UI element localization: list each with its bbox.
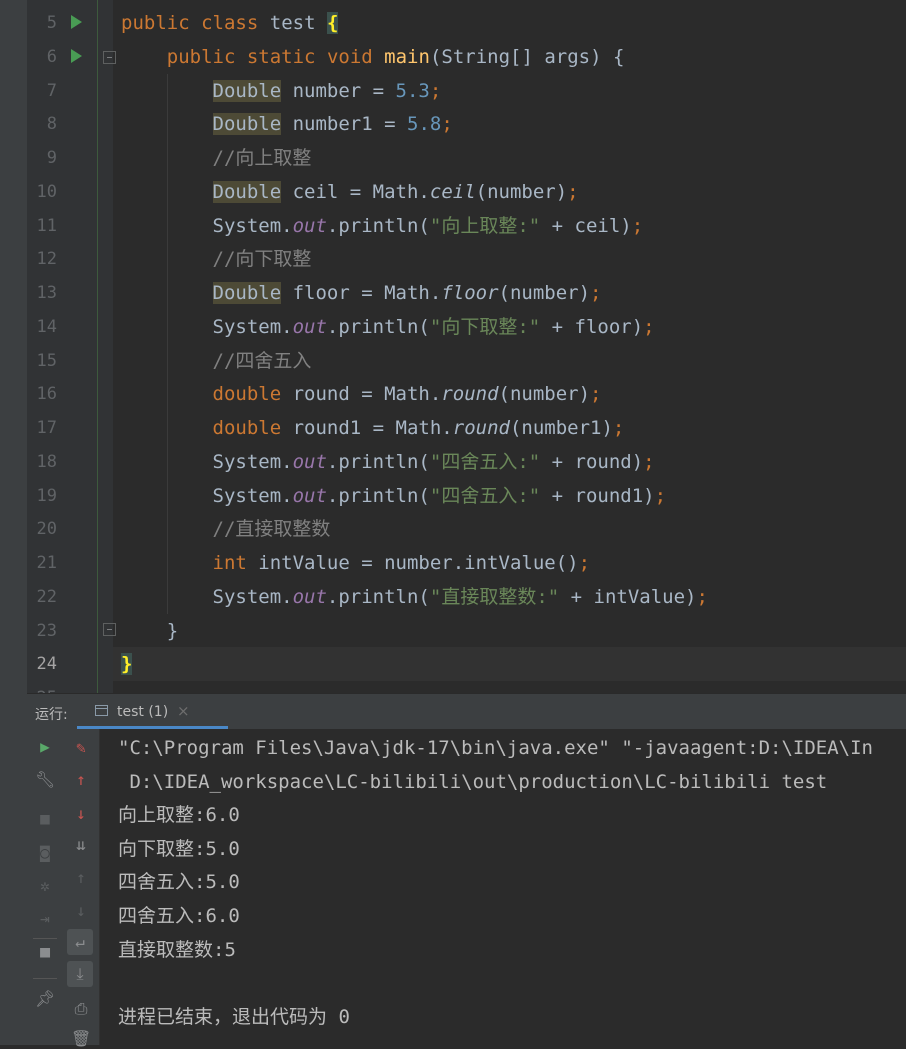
run-panel-header: 运行: test (1) × (27, 693, 906, 729)
run-gutter-icon[interactable] (71, 15, 82, 29)
gutter-separator (97, 0, 98, 693)
scroll-end-icon[interactable]: ⤓ (67, 961, 93, 987)
print-icon[interactable]: ⎙ (71, 999, 91, 1019)
code-line: double round1 = Math.round(number1); (212, 417, 625, 439)
line-number: 18 (36, 452, 57, 472)
console-line: 四舍五入:6.0 (118, 905, 240, 927)
code-line: //四舍五入 (212, 350, 312, 372)
code-line: Double floor = Math.floor(number); (212, 282, 602, 304)
line-number: 10 (36, 182, 57, 202)
line-number: 15 (36, 351, 57, 371)
line-number: 12 (36, 249, 57, 269)
prev-icon[interactable]: ↑ (71, 868, 91, 888)
line-number: 25 (27, 681, 57, 693)
code-line: double round = Math.round(number); (212, 383, 602, 405)
code-line: Double number1 = 5.8; (212, 113, 453, 135)
line-number: 23 (36, 621, 57, 641)
line-number: 14 (36, 317, 57, 337)
line-number-current: 24 (36, 654, 57, 674)
pin-icon[interactable]: 📌︎ (35, 989, 55, 1009)
tab-run-test[interactable]: test (1) × (77, 694, 228, 729)
toolbar-divider (33, 938, 57, 939)
console-line: 向下取整:5.0 (118, 838, 240, 860)
up-arrow-icon[interactable]: ↑ (71, 770, 91, 790)
close-icon[interactable]: × (177, 702, 190, 720)
console-line: "C:\Program Files\Java\jdk-17\bin\java.e… (118, 737, 873, 759)
down-arrow-icon[interactable]: ↓ (71, 804, 91, 824)
sort-icon[interactable]: ⇊ (71, 835, 91, 855)
code-line: System.out.println("向下取整:" + floor); (212, 316, 655, 338)
console-line: 直接取整数:5 (118, 939, 236, 961)
wrench-icon[interactable]: 🔧︎ (35, 770, 55, 790)
line-number: 6 (46, 47, 57, 67)
line-number: 21 (36, 553, 57, 573)
line-number: 11 (36, 216, 57, 236)
fold-icon[interactable] (103, 51, 116, 64)
code-line: //向下取整 (212, 248, 312, 270)
line-number: 22 (36, 587, 57, 607)
code-line: Double ceil = Math.ceil(number); (212, 181, 579, 203)
code-line: public class test { (121, 12, 339, 34)
layout-icon[interactable]: ▀ (35, 948, 55, 968)
code-line: public static void main(String[] args) { (166, 46, 625, 68)
console-output[interactable]: "C:\Program Files\Java\jdk-17\bin\java.e… (100, 729, 906, 1045)
run-icon[interactable]: ▶ (35, 737, 55, 757)
tab-label: test (1) (117, 704, 169, 720)
console-line: 四舍五入:5.0 (118, 871, 240, 893)
code-line: System.out.println("四舍五入:" + round1); (212, 485, 667, 507)
line-number: 19 (36, 486, 57, 506)
line-number: 9 (46, 148, 57, 168)
line-number: 5 (46, 13, 57, 33)
line-number: 8 (46, 114, 57, 134)
code-line: int intValue = number.intValue(); (212, 552, 591, 574)
editor-gutter: 5 6 7 8 9 10 11 12 13 14 15 16 17 18 19 … (27, 0, 116, 693)
line-number: 17 (36, 418, 57, 438)
code-line: //向上取整 (212, 147, 312, 169)
run-toolbar-secondary: ✎ ↑ ↓ ⇊ ↑ ↓ ↵ ⤓ ⎙ 🗑︎ (63, 729, 100, 1048)
console-line: D:\IDEA_workspace\LC-bilibili\out\produc… (118, 771, 828, 793)
trash-icon[interactable]: 🗑︎ (71, 1029, 91, 1049)
exit-icon[interactable]: ⇥ (35, 909, 55, 929)
code-line: System.out.println("四舍五入:" + round); (212, 451, 655, 473)
code-line: //直接取整数 (212, 518, 331, 540)
debug-bug-icon[interactable]: ✲ (35, 876, 55, 896)
run-toolbar-primary: ▶ 🔧︎ ■ ◙ ✲ ⇥ ▀ 📌︎ (27, 729, 63, 1045)
line-number: 7 (46, 81, 57, 101)
line-number: 13 (36, 283, 57, 303)
current-line-highlight (113, 647, 906, 681)
code-line: Double number = 5.3; (212, 80, 442, 102)
clear-icon[interactable]: ✎ (71, 738, 91, 758)
code-editor[interactable]: 5 6 7 8 9 10 11 12 13 14 15 16 17 18 19 … (27, 0, 906, 693)
run-panel-title: 运行: (35, 707, 68, 723)
toolbar-divider (33, 978, 57, 979)
code-line: System.out.println("向上取整:" + ceil); (212, 215, 644, 237)
console-line: 向上取整:6.0 (118, 804, 240, 826)
code-line: System.out.println("直接取整数:" + intValue); (212, 586, 708, 608)
code-line-current: } (121, 653, 133, 675)
console-icon (95, 705, 108, 716)
left-tool-strip (0, 0, 28, 1045)
code-line: } (166, 620, 179, 642)
line-number: 20 (36, 519, 57, 539)
console-line-exit: 进程已结束，退出代码为 0 (118, 1006, 350, 1028)
stop-icon[interactable]: ■ (35, 809, 55, 829)
next-icon[interactable]: ↓ (71, 901, 91, 921)
soft-wrap-icon[interactable]: ↵ (67, 929, 93, 955)
camera-icon[interactable]: ◙ (35, 843, 55, 863)
run-gutter-icon[interactable] (71, 49, 82, 63)
fold-icon[interactable] (103, 623, 116, 636)
line-number: 16 (36, 384, 57, 404)
